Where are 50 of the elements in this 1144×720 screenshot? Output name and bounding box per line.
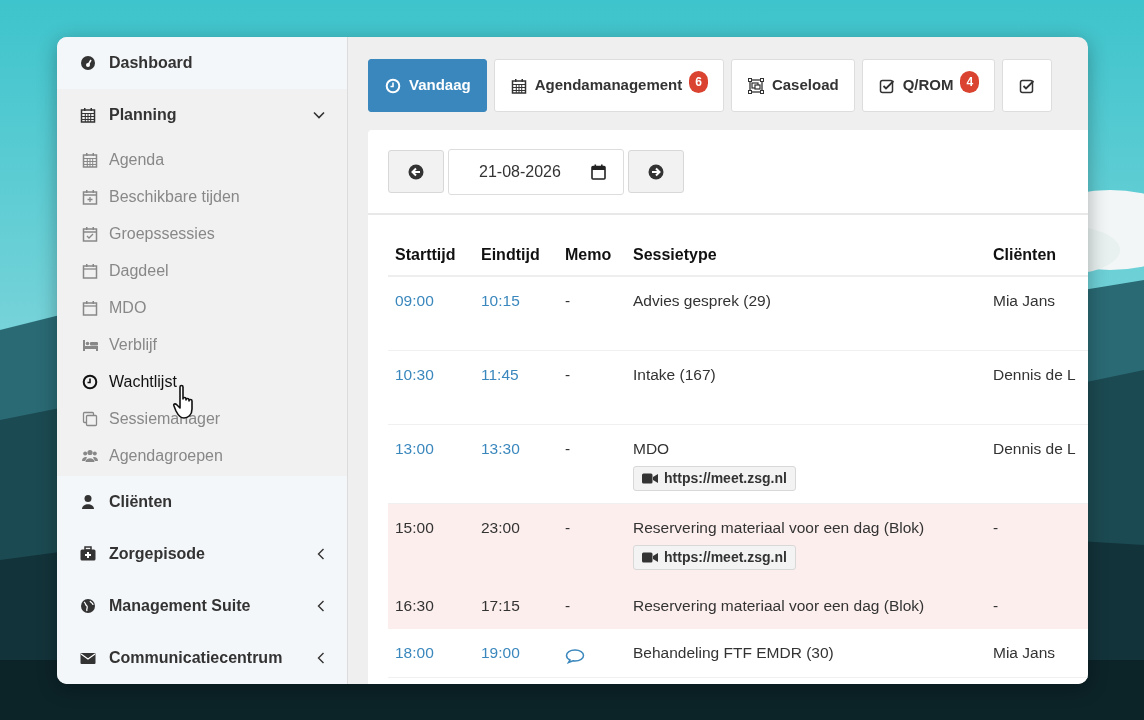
tab[interactable]: Caseload: [730, 59, 855, 112]
meeting-link-button[interactable]: https://meet.zsg.nl: [633, 465, 796, 491]
client-name: Mia Jans: [993, 292, 1056, 309]
tab[interactable]: Vandaag: [368, 59, 487, 112]
start-time: 16:30: [395, 597, 434, 614]
start-time[interactable]: 13:00: [395, 439, 434, 457]
memo-text: -: [565, 365, 571, 383]
end-time[interactable]: 10:15: [481, 292, 520, 309]
session-type: MDO: [633, 438, 671, 459]
client-name: Dennis de L: [993, 365, 1076, 383]
end-time[interactable]: 11:45: [481, 365, 519, 383]
memo-text: -: [565, 439, 571, 457]
client-name: -: [993, 518, 999, 536]
sidebar-item[interactable]: Cliënten: [57, 476, 347, 528]
tab[interactable]: Q/ROM 4: [861, 59, 996, 112]
client-name: Dennis de L: [993, 439, 1076, 457]
memo-text: -: [565, 597, 571, 614]
column-header[interactable]: Sessietype: [633, 246, 717, 263]
sidebar-item[interactable]: Communicatiecentrum: [57, 632, 347, 684]
column-header[interactable]: Starttijd: [395, 246, 456, 263]
column-header[interactable]: Memo: [565, 246, 612, 263]
sidebar-item[interactable]: Dashboard: [57, 37, 347, 89]
count-badge: 6: [689, 70, 708, 93]
column-header[interactable]: Cliënten: [993, 246, 1057, 263]
memo-text: -: [565, 292, 571, 309]
end-time[interactable]: 13:30: [481, 439, 520, 457]
sidebar-item[interactable]: Zorgepisode: [57, 528, 347, 580]
sidebar-item[interactable]: Management Suite: [57, 580, 347, 632]
start-time[interactable]: 18:00: [395, 644, 434, 662]
end-time: 23:00: [481, 518, 520, 536]
start-time[interactable]: 10:30: [395, 365, 434, 383]
session-type: Reservering materiaal voor een dag (Blok): [633, 517, 926, 538]
tab[interactable]: Agendamanagement 6: [493, 59, 724, 112]
session-type: Intake (167): [633, 364, 717, 385]
column-header[interactable]: Eindtijd: [481, 246, 540, 263]
date-field[interactable]: 21-08-2026: [448, 148, 624, 195]
session-type: Advies gesprek (29): [633, 291, 772, 311]
end-time[interactable]: 19:00: [481, 644, 520, 662]
sidebar-item[interactable]: Planning: [57, 89, 347, 141]
session-type: Behandeling FTF EMDR (30): [633, 643, 835, 664]
start-time: 15:00: [395, 518, 434, 536]
session-type: Reservering materiaal voor een dag (Blok): [633, 596, 926, 616]
start-time[interactable]: 09:00: [395, 292, 434, 309]
client-name: -: [993, 597, 999, 614]
end-time: 17:15: [481, 597, 520, 614]
memo-text: -: [565, 518, 571, 536]
count-badge: 4: [960, 70, 980, 93]
sidebar-subitem[interactable]: Wachtlijst: [57, 363, 347, 400]
client-name: Mia Jans: [993, 644, 1056, 662]
meeting-link-button[interactable]: https://meet.zsg.nl: [633, 545, 796, 570]
